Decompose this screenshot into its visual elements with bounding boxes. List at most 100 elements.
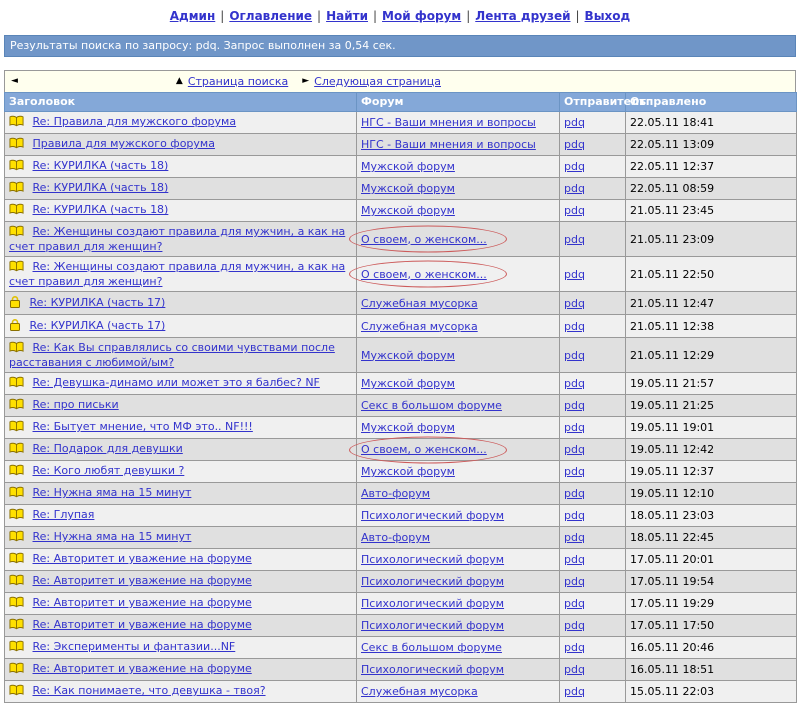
- sent-date: 17.05.11 17:50: [630, 619, 714, 632]
- sender-link[interactable]: pdq: [564, 204, 585, 217]
- sender-link[interactable]: pdq: [564, 487, 585, 500]
- nav-link-contents[interactable]: Оглавление: [229, 9, 312, 23]
- forum-link[interactable]: Психологический форум: [361, 575, 504, 588]
- topic-link[interactable]: Re: Эксперименты и фантазии...NF: [33, 640, 236, 653]
- topic-link[interactable]: Re: Женщины создают правила для мужчин, …: [9, 260, 345, 288]
- forum-link[interactable]: Мужской форум: [361, 349, 455, 362]
- table-row: Re: Эксперименты и фантазии...NF Секс в …: [5, 637, 797, 659]
- topic-link[interactable]: Re: Авторитет и уважение на форуме: [33, 662, 252, 675]
- sender-link[interactable]: pdq: [564, 182, 585, 195]
- forum-link[interactable]: Психологический форум: [361, 619, 504, 632]
- topic-link[interactable]: Re: КУРИЛКА (часть 17): [30, 319, 166, 332]
- topic-link[interactable]: Re: Женщины создают правила для мужчин, …: [9, 225, 345, 253]
- sender-link[interactable]: pdq: [564, 641, 585, 654]
- topic-link[interactable]: Re: КУРИЛКА (часть 18): [33, 203, 169, 216]
- open-book-icon: [9, 662, 24, 677]
- sender-link[interactable]: pdq: [564, 575, 585, 588]
- topic-link[interactable]: Re: Авторитет и уважение на форуме: [33, 618, 252, 631]
- topic-link[interactable]: Re: Нужна яма на 15 минут: [33, 530, 192, 543]
- forum-link[interactable]: Авто-форум: [361, 531, 430, 544]
- table-row: Re: КУРИЛКА (часть 17) Служебная мусорка…: [5, 315, 797, 338]
- sent-cell: 19.05.11 12:42: [626, 439, 797, 461]
- topic-link[interactable]: Re: Правила для мужского форума: [33, 115, 237, 128]
- topic-link[interactable]: Re: Авторитет и уважение на форуме: [33, 596, 252, 609]
- forum-link[interactable]: О своем, о женском...: [361, 443, 487, 456]
- forum-link[interactable]: Служебная мусорка: [361, 297, 478, 310]
- forum-link[interactable]: Мужской форум: [361, 465, 455, 478]
- search-results-bar: Результаты поиска по запросу: pdq. Запро…: [4, 35, 796, 57]
- forum-cell: Служебная мусорка: [357, 292, 560, 315]
- sender-link[interactable]: pdq: [564, 160, 585, 173]
- topic-link[interactable]: Re: Подарок для девушки: [33, 442, 183, 455]
- sent-cell: 17.05.11 19:54: [626, 571, 797, 593]
- nav-link-logout[interactable]: Выход: [585, 9, 631, 23]
- sender-link[interactable]: pdq: [564, 509, 585, 522]
- sender-link[interactable]: pdq: [564, 619, 585, 632]
- prev-page-icon[interactable]: ◄: [11, 77, 18, 86]
- topic-link[interactable]: Re: КУРИЛКА (часть 17): [30, 296, 166, 309]
- forum-link[interactable]: НГС - Ваши мнения и вопросы: [361, 116, 536, 129]
- sender-link[interactable]: pdq: [564, 663, 585, 676]
- sender-link[interactable]: pdq: [564, 443, 585, 456]
- topic-link[interactable]: Re: Глупая: [33, 508, 95, 521]
- nav-link-my-forum[interactable]: Мой форум: [382, 9, 461, 23]
- search-page-link[interactable]: Страница поиска: [188, 75, 288, 88]
- forum-link[interactable]: Психологический форум: [361, 509, 504, 522]
- sent-date: 22.05.11 13:09: [630, 138, 714, 151]
- sender-link[interactable]: pdq: [564, 531, 585, 544]
- sender-link[interactable]: pdq: [564, 685, 585, 698]
- sender-link[interactable]: pdq: [564, 377, 585, 390]
- nav-link-admin[interactable]: Админ: [170, 9, 216, 23]
- sender-cell: pdq: [560, 681, 626, 703]
- sent-cell: 21.05.11 23:45: [626, 200, 797, 222]
- topic-link[interactable]: Re: КУРИЛКА (часть 18): [33, 159, 169, 172]
- topic-link[interactable]: Re: Авторитет и уважение на форуме: [33, 574, 252, 587]
- forum-link[interactable]: Мужской форум: [361, 182, 455, 195]
- forum-cell: Мужской форум: [357, 200, 560, 222]
- sender-link[interactable]: pdq: [564, 553, 585, 566]
- sender-link[interactable]: pdq: [564, 138, 585, 151]
- topic-link[interactable]: Re: Авторитет и уважение на форуме: [33, 552, 252, 565]
- nav-link-search[interactable]: Найти: [326, 9, 368, 23]
- sender-link[interactable]: pdq: [564, 320, 585, 333]
- next-page-link[interactable]: Следующая страница: [314, 75, 441, 88]
- forum-link[interactable]: Секс в большом форуме: [361, 641, 502, 654]
- sender-cell: pdq: [560, 417, 626, 439]
- topic-link[interactable]: Re: Девушка-динамо или может это я балбе…: [33, 376, 320, 389]
- sender-link[interactable]: pdq: [564, 421, 585, 434]
- forum-link[interactable]: Психологический форум: [361, 597, 504, 610]
- topic-link[interactable]: Правила для мужского форума: [33, 137, 215, 150]
- topic-link[interactable]: Re: про письки: [33, 398, 119, 411]
- nav-separator: |: [220, 9, 224, 23]
- forum-link[interactable]: О своем, о женском...: [361, 268, 487, 281]
- sender-link[interactable]: pdq: [564, 116, 585, 129]
- topic-link[interactable]: Re: КУРИЛКА (часть 18): [33, 181, 169, 194]
- topic-link[interactable]: Re: Нужна яма на 15 минут: [33, 486, 192, 499]
- sender-link[interactable]: pdq: [564, 268, 585, 281]
- sent-cell: 17.05.11 17:50: [626, 615, 797, 637]
- topic-link[interactable]: Re: Кого любят девушки ?: [33, 464, 185, 477]
- topic-cell: Правила для мужского форума: [5, 134, 357, 156]
- sender-link[interactable]: pdq: [564, 597, 585, 610]
- forum-link[interactable]: Мужской форум: [361, 421, 455, 434]
- forum-link[interactable]: Психологический форум: [361, 663, 504, 676]
- topic-link[interactable]: Re: Бытует мнение, что МФ это.. NF!!!: [33, 420, 253, 433]
- forum-link[interactable]: НГС - Ваши мнения и вопросы: [361, 138, 536, 151]
- topic-link[interactable]: Re: Как понимаете, что девушка - твоя?: [33, 684, 266, 697]
- topic-link[interactable]: Re: Как Вы справлялись со своими чувства…: [9, 341, 335, 369]
- forum-link[interactable]: О своем, о женском...: [361, 233, 487, 246]
- forum-link[interactable]: Авто-форум: [361, 487, 430, 500]
- sender-link[interactable]: pdq: [564, 233, 585, 246]
- forum-link[interactable]: Служебная мусорка: [361, 320, 478, 333]
- forum-link[interactable]: Мужской форум: [361, 160, 455, 173]
- sender-link[interactable]: pdq: [564, 349, 585, 362]
- forum-link[interactable]: Психологический форум: [361, 553, 504, 566]
- forum-link[interactable]: Мужской форум: [361, 377, 455, 390]
- sender-link[interactable]: pdq: [564, 297, 585, 310]
- sender-link[interactable]: pdq: [564, 399, 585, 412]
- sender-link[interactable]: pdq: [564, 465, 585, 478]
- forum-link[interactable]: Служебная мусорка: [361, 685, 478, 698]
- forum-link[interactable]: Секс в большом форуме: [361, 399, 502, 412]
- nav-link-friends-feed[interactable]: Лента друзей: [475, 9, 570, 23]
- forum-link[interactable]: Мужской форум: [361, 204, 455, 217]
